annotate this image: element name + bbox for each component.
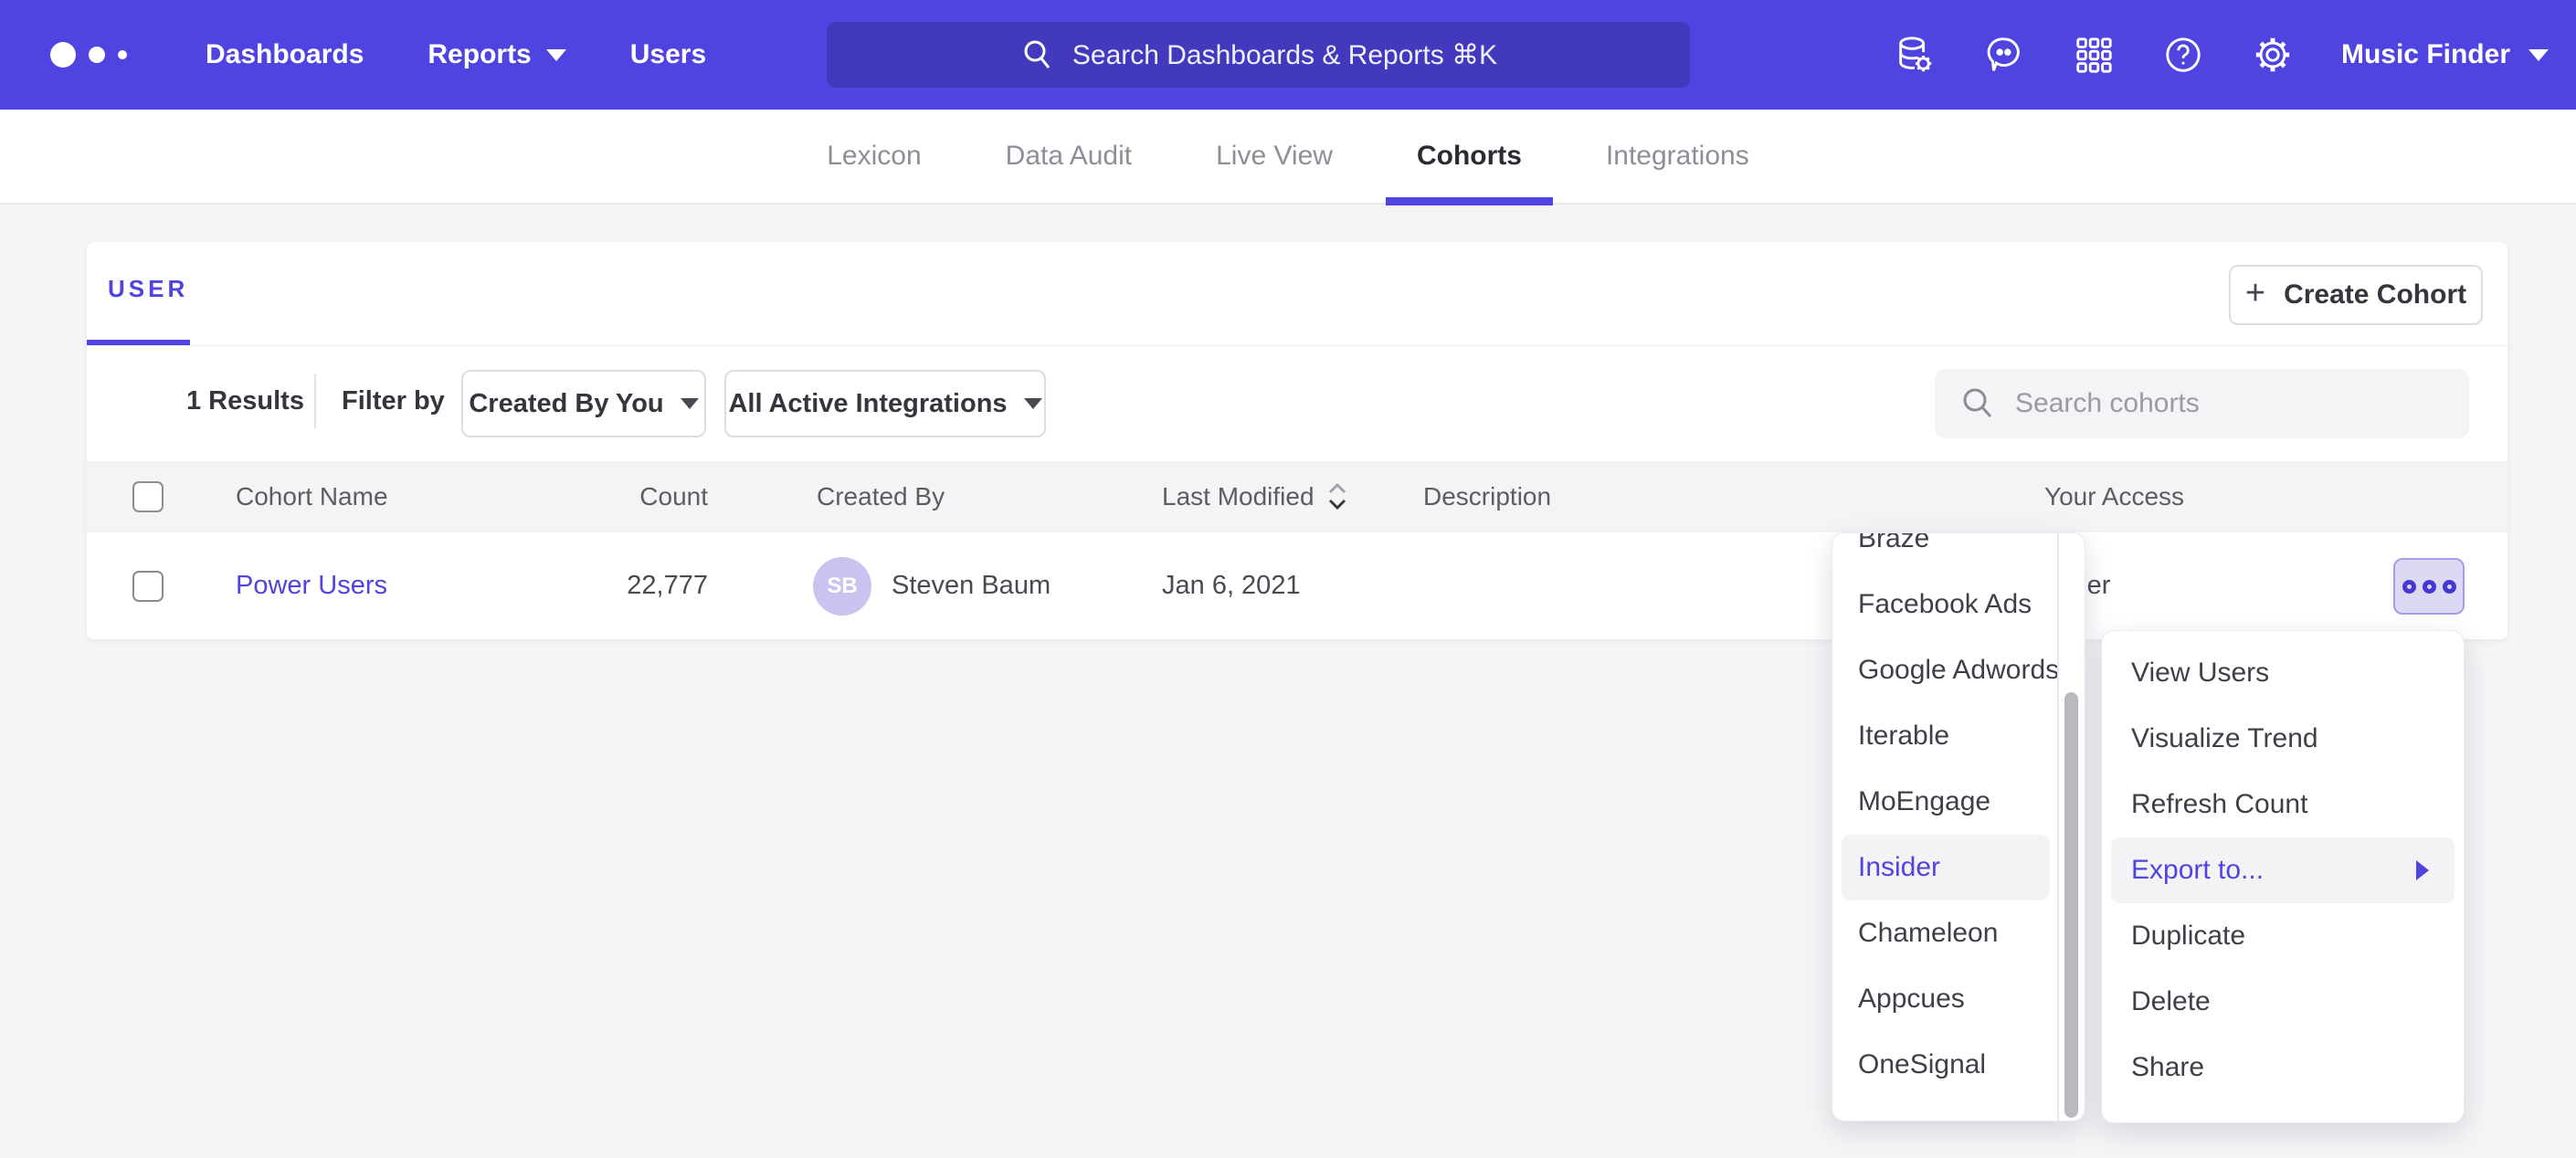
- col-last-modified[interactable]: Last Modified: [1162, 461, 1347, 532]
- last-modified-cell: Jan 6, 2021: [1162, 532, 1301, 639]
- menu-item-refresh-count[interactable]: Refresh Count: [2102, 772, 2464, 837]
- row-actions-menu: View Users Visualize Trend Refresh Count…: [2101, 630, 2465, 1123]
- plus-icon: +: [2245, 276, 2265, 311]
- results-count: 1 Results: [186, 386, 304, 416]
- menu-item-duplicate[interactable]: Duplicate: [2102, 903, 2464, 969]
- filter-by-label: Filter by: [342, 386, 445, 416]
- cohort-name-link[interactable]: Power Users: [236, 532, 387, 639]
- menu-item-moengage[interactable]: MoEngage: [1832, 769, 2059, 835]
- tab-live-view[interactable]: Live View: [1185, 109, 1364, 204]
- data-management-tabbar: Lexicon Data Audit Live View Cohorts Int…: [0, 110, 2576, 205]
- tab-data-audit[interactable]: Data Audit: [975, 109, 1163, 204]
- col-description[interactable]: Description: [1423, 461, 1551, 532]
- nav-users[interactable]: Users: [630, 39, 706, 70]
- export-targets-menu: Braze Facebook Ads Google Adwords Iterab…: [1832, 532, 2085, 1121]
- nav-dashboards[interactable]: Dashboards: [206, 39, 364, 70]
- col-cohort-name[interactable]: Cohort Name: [236, 461, 388, 532]
- nav-reports[interactable]: Reports: [428, 39, 565, 70]
- menu-item-iterable[interactable]: Iterable: [1832, 703, 2059, 769]
- data-management-icon[interactable]: [1894, 34, 1936, 76]
- user-type-tab[interactable]: USER: [108, 275, 188, 303]
- submenu-arrow-icon: [2416, 860, 2429, 880]
- table-row[interactable]: Power Users 22,777 SB Steven Baum Jan 6,…: [87, 532, 2507, 639]
- settings-gear-icon[interactable]: [2252, 34, 2294, 76]
- top-navigation-bar: Dashboards Reports Users Search Dashboar…: [0, 0, 2576, 110]
- row-checkbox[interactable]: [132, 532, 164, 639]
- global-search-bar[interactable]: Search Dashboards & Reports ⌘K: [827, 22, 1690, 88]
- integrations-filter-dropdown[interactable]: All Active Integrations: [724, 370, 1046, 437]
- project-name: Music Finder: [2341, 39, 2510, 70]
- top-nav: Dashboards Reports Users: [206, 39, 706, 70]
- col-count[interactable]: Count: [585, 461, 708, 532]
- menu-item-appcues[interactable]: Appcues: [1832, 966, 2059, 1032]
- avatar: SB: [813, 557, 871, 616]
- help-icon[interactable]: [2162, 34, 2204, 76]
- chevron-down-icon: [681, 398, 699, 409]
- cohort-search-field[interactable]: [1935, 369, 2469, 438]
- menu-item-insider[interactable]: Insider: [1842, 835, 2050, 900]
- cohort-search-input[interactable]: [2015, 388, 2417, 419]
- project-switcher[interactable]: Music Finder: [2341, 39, 2549, 70]
- divider: [314, 374, 316, 428]
- created-by-filter-dropdown[interactable]: Created By You: [461, 370, 706, 437]
- tab-cohorts[interactable]: Cohorts: [1386, 109, 1553, 204]
- search-icon: [1019, 37, 1056, 73]
- col-created-by[interactable]: Created By: [817, 461, 945, 532]
- chevron-down-icon: [2528, 49, 2549, 61]
- menu-item-delete[interactable]: Delete: [2102, 969, 2464, 1035]
- chevron-down-icon: [546, 49, 566, 61]
- topbar-right-cluster: Music Finder: [1894, 0, 2549, 110]
- chevron-down-icon: [1024, 398, 1042, 409]
- create-cohort-button[interactable]: + Create Cohort: [2229, 265, 2483, 325]
- creator-name: Steven Baum: [892, 571, 1050, 601]
- row-actions-button[interactable]: [2393, 558, 2465, 615]
- mixpanel-logo-icon[interactable]: [50, 42, 187, 68]
- tab-lexicon[interactable]: Lexicon: [796, 109, 952, 204]
- menu-item-onesignal[interactable]: OneSignal: [1832, 1032, 2059, 1098]
- feedback-icon[interactable]: [1983, 34, 2025, 76]
- menu-item-chameleon[interactable]: Chameleon: [1832, 900, 2059, 966]
- filter-row: 1 Results Filter by Created By You All A…: [87, 346, 2507, 461]
- menu-item-visualize-trend[interactable]: Visualize Trend: [2102, 706, 2464, 772]
- search-icon: [1958, 384, 1997, 423]
- menu-item-facebook-ads[interactable]: Facebook Ads: [1832, 572, 2059, 637]
- col-your-access[interactable]: Your Access: [2044, 461, 2184, 532]
- menu-item-share[interactable]: Share: [2102, 1035, 2464, 1100]
- select-all-checkbox[interactable]: [132, 461, 164, 532]
- apps-grid-icon[interactable]: [2073, 34, 2115, 76]
- menu-item-view-users[interactable]: View Users: [2102, 640, 2464, 706]
- tab-integrations[interactable]: Integrations: [1575, 109, 1780, 204]
- global-search-placeholder: Search Dashboards & Reports ⌘K: [1072, 39, 1497, 71]
- dots-icon: [2402, 580, 2416, 594]
- menu-item-google-adwords[interactable]: Google Adwords: [1832, 637, 2059, 703]
- menu-item-braze[interactable]: Braze: [1832, 532, 2059, 572]
- scrollbar-thumb[interactable]: [2064, 692, 2078, 1118]
- table-header: Cohort Name Count Created By Last Modifi…: [87, 461, 2507, 532]
- menu-item-export-to[interactable]: Export to...: [2111, 837, 2455, 903]
- scrollbar-track[interactable]: [2057, 533, 2085, 1121]
- sort-icon: [1327, 481, 1347, 512]
- created-by-cell: SB Steven Baum: [813, 532, 1050, 639]
- cohort-count: 22,777: [585, 532, 708, 639]
- cohorts-card: USER + Create Cohort 1 Results Filter by…: [87, 242, 2507, 639]
